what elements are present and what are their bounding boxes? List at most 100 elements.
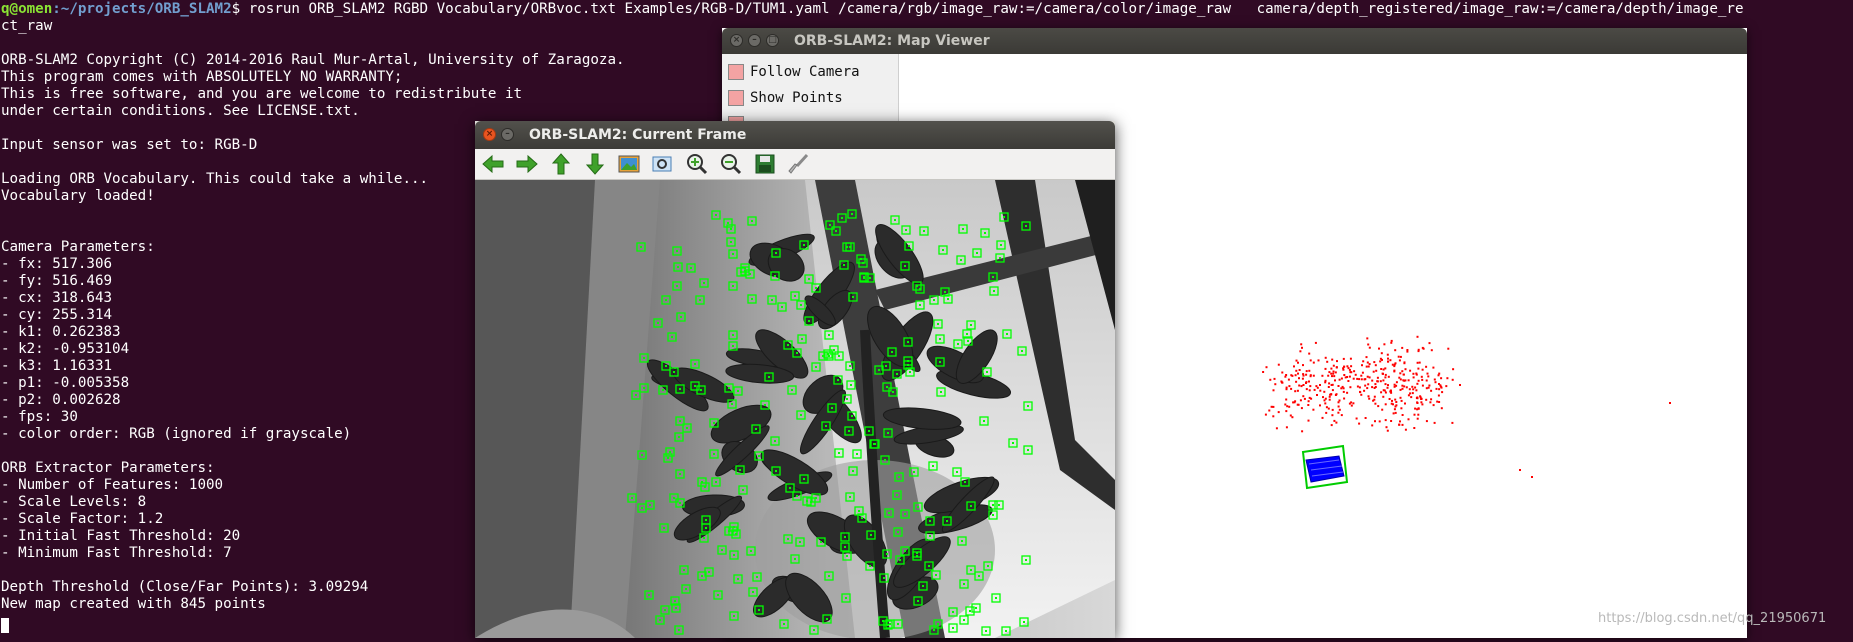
save-icon[interactable] <box>753 153 777 175</box>
map-point <box>1336 360 1338 363</box>
current-frame-titlebar[interactable]: × – ORB-SLAM2: Current Frame <box>475 121 1115 149</box>
map-point <box>1360 393 1363 396</box>
feature-point <box>1023 621 1025 623</box>
zoom-in-icon[interactable] <box>685 153 709 175</box>
map-point <box>1314 341 1317 344</box>
map-point <box>1382 395 1385 398</box>
image-icon[interactable] <box>617 153 641 175</box>
map-point <box>1272 389 1275 392</box>
feature-point <box>750 550 752 552</box>
zoom-fit-icon[interactable] <box>651 153 675 175</box>
map-point <box>1401 370 1404 373</box>
brush-icon[interactable] <box>787 153 811 175</box>
feature-point <box>826 618 828 620</box>
checkbox-follow-camera[interactable] <box>728 64 744 80</box>
feature-point <box>837 379 839 381</box>
map-point <box>1323 399 1326 402</box>
feature-point <box>768 376 770 378</box>
feature-point <box>928 565 930 567</box>
map-point <box>1327 386 1330 388</box>
feature-point <box>828 575 830 577</box>
map-point <box>1270 405 1273 408</box>
feature-point <box>907 341 909 343</box>
map-point <box>1417 367 1420 370</box>
map-point <box>1305 373 1308 376</box>
close-icon[interactable]: × <box>483 128 496 141</box>
map-point <box>1418 361 1421 364</box>
map-point <box>1322 396 1324 399</box>
map-point <box>1404 428 1407 431</box>
map-point <box>1308 380 1310 383</box>
map-point <box>1307 404 1310 406</box>
map-point <box>1350 404 1353 407</box>
checkbox-show-points[interactable] <box>728 90 744 106</box>
image-toolbar <box>475 149 1115 180</box>
map-point <box>1366 375 1369 378</box>
map-point <box>1433 421 1436 424</box>
feature-point <box>916 555 918 557</box>
map-point <box>1411 392 1414 395</box>
map-point <box>1373 361 1376 364</box>
feature-point <box>937 323 939 325</box>
feature-point <box>917 600 919 602</box>
map-point <box>1325 406 1328 409</box>
map-point <box>1438 383 1440 385</box>
feature-point <box>756 576 758 578</box>
map-point <box>1416 335 1419 338</box>
map-point <box>1394 398 1397 401</box>
map-point <box>1393 408 1396 411</box>
map-point <box>1300 385 1303 388</box>
map-point <box>1293 365 1295 368</box>
map-point <box>1371 386 1374 389</box>
map-point <box>1430 389 1433 392</box>
map-point <box>1301 430 1304 433</box>
map-point <box>1308 389 1311 392</box>
camera-frame-view[interactable] <box>475 180 1115 638</box>
map-point <box>1362 360 1365 363</box>
feature-point <box>849 496 851 498</box>
map-point <box>1346 365 1349 368</box>
map-point <box>1360 374 1363 377</box>
terminal-line: - fy: 516.469 <box>1 273 113 289</box>
zoom-out-icon[interactable] <box>719 153 743 175</box>
up-arrow-icon[interactable] <box>549 153 573 175</box>
close-icon[interactable]: × <box>730 34 743 47</box>
map-point <box>1389 359 1392 362</box>
feature-point <box>849 365 851 367</box>
current-frame-window[interactable]: × – ORB-SLAM2: Current Frame <box>475 121 1115 638</box>
feature-point <box>992 276 994 278</box>
feature-point <box>861 517 863 519</box>
map-point <box>1432 404 1435 407</box>
maximize-icon[interactable]: □ <box>766 34 779 47</box>
feature-point <box>963 619 965 621</box>
back-arrow-icon[interactable] <box>481 153 505 175</box>
feature-point <box>922 585 924 587</box>
feature-point <box>680 316 682 318</box>
map-point <box>1350 401 1353 404</box>
map-viewer-titlebar[interactable]: × – □ ORB-SLAM2: Map Viewer <box>722 28 1747 54</box>
minimize-icon[interactable]: – <box>501 128 514 141</box>
map-point <box>1262 371 1265 373</box>
feature-point <box>803 244 805 246</box>
feature-point <box>713 422 715 424</box>
feature-point <box>828 334 830 336</box>
feature-point <box>796 352 798 354</box>
forward-arrow-icon[interactable] <box>515 153 539 175</box>
feature-point <box>708 571 710 573</box>
map-point <box>1394 405 1397 408</box>
map-point <box>1328 371 1331 374</box>
map-point <box>1386 386 1389 389</box>
feature-point <box>883 577 885 579</box>
map-point <box>1264 413 1267 416</box>
map-point <box>1332 364 1335 367</box>
feature-point <box>939 338 941 340</box>
feature-point <box>690 267 692 269</box>
map-point <box>1335 366 1338 369</box>
map-point <box>1412 372 1415 375</box>
down-arrow-icon[interactable] <box>583 153 607 175</box>
minimize-icon[interactable]: – <box>748 34 761 47</box>
feature-point <box>939 361 941 363</box>
feature-point <box>732 285 734 287</box>
feature-point <box>679 388 681 390</box>
map-point <box>1308 352 1311 355</box>
